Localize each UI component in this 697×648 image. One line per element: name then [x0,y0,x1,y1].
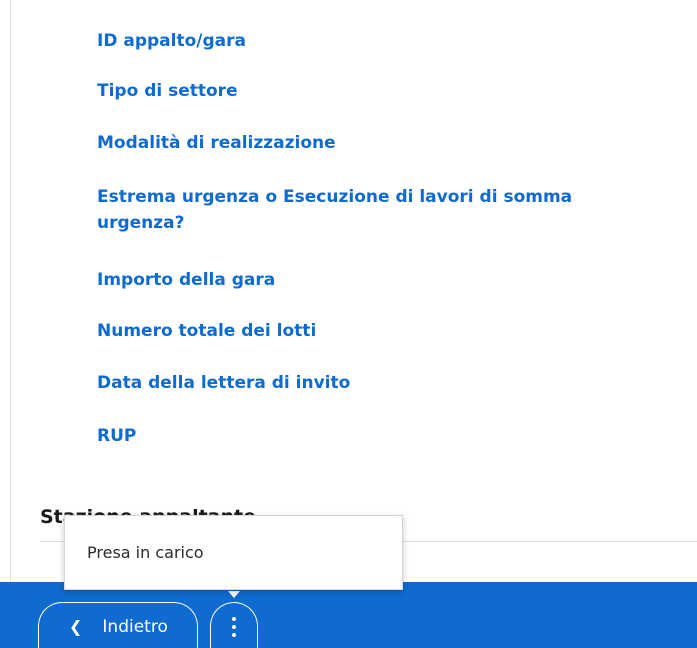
field-link-tipo-settore[interactable]: Tipo di settore [97,78,637,104]
field-link-modalita-realizzazione[interactable]: Modalità di realizzazione [97,130,637,156]
field-link-rup[interactable]: RUP [97,423,637,449]
chevron-left-icon: ❮ [69,617,83,636]
field-link-estrema-urgenza[interactable]: Estrema urgenza o Esecuzione di lavori d… [97,184,627,236]
page: ID appalto/gara Tipo di settore Modalità… [0,0,697,648]
back-button[interactable]: ❮ Indietro [38,602,198,648]
more-vertical-icon [232,617,236,637]
popup-caret [228,591,240,598]
field-link-importo-gara[interactable]: Importo della gara [97,267,637,293]
field-link-numero-lotti[interactable]: Numero totale dei lotti [97,318,637,344]
popup-menu: Presa in carico [64,515,403,590]
content-border [10,0,11,582]
menu-item-presa-in-carico[interactable]: Presa in carico [87,542,204,564]
field-link-data-lettera-invito[interactable]: Data della lettera di invito [97,370,637,396]
more-actions-button[interactable] [210,602,258,648]
back-button-label: Indietro [102,617,168,637]
field-link-id-appalto[interactable]: ID appalto/gara [97,28,637,54]
